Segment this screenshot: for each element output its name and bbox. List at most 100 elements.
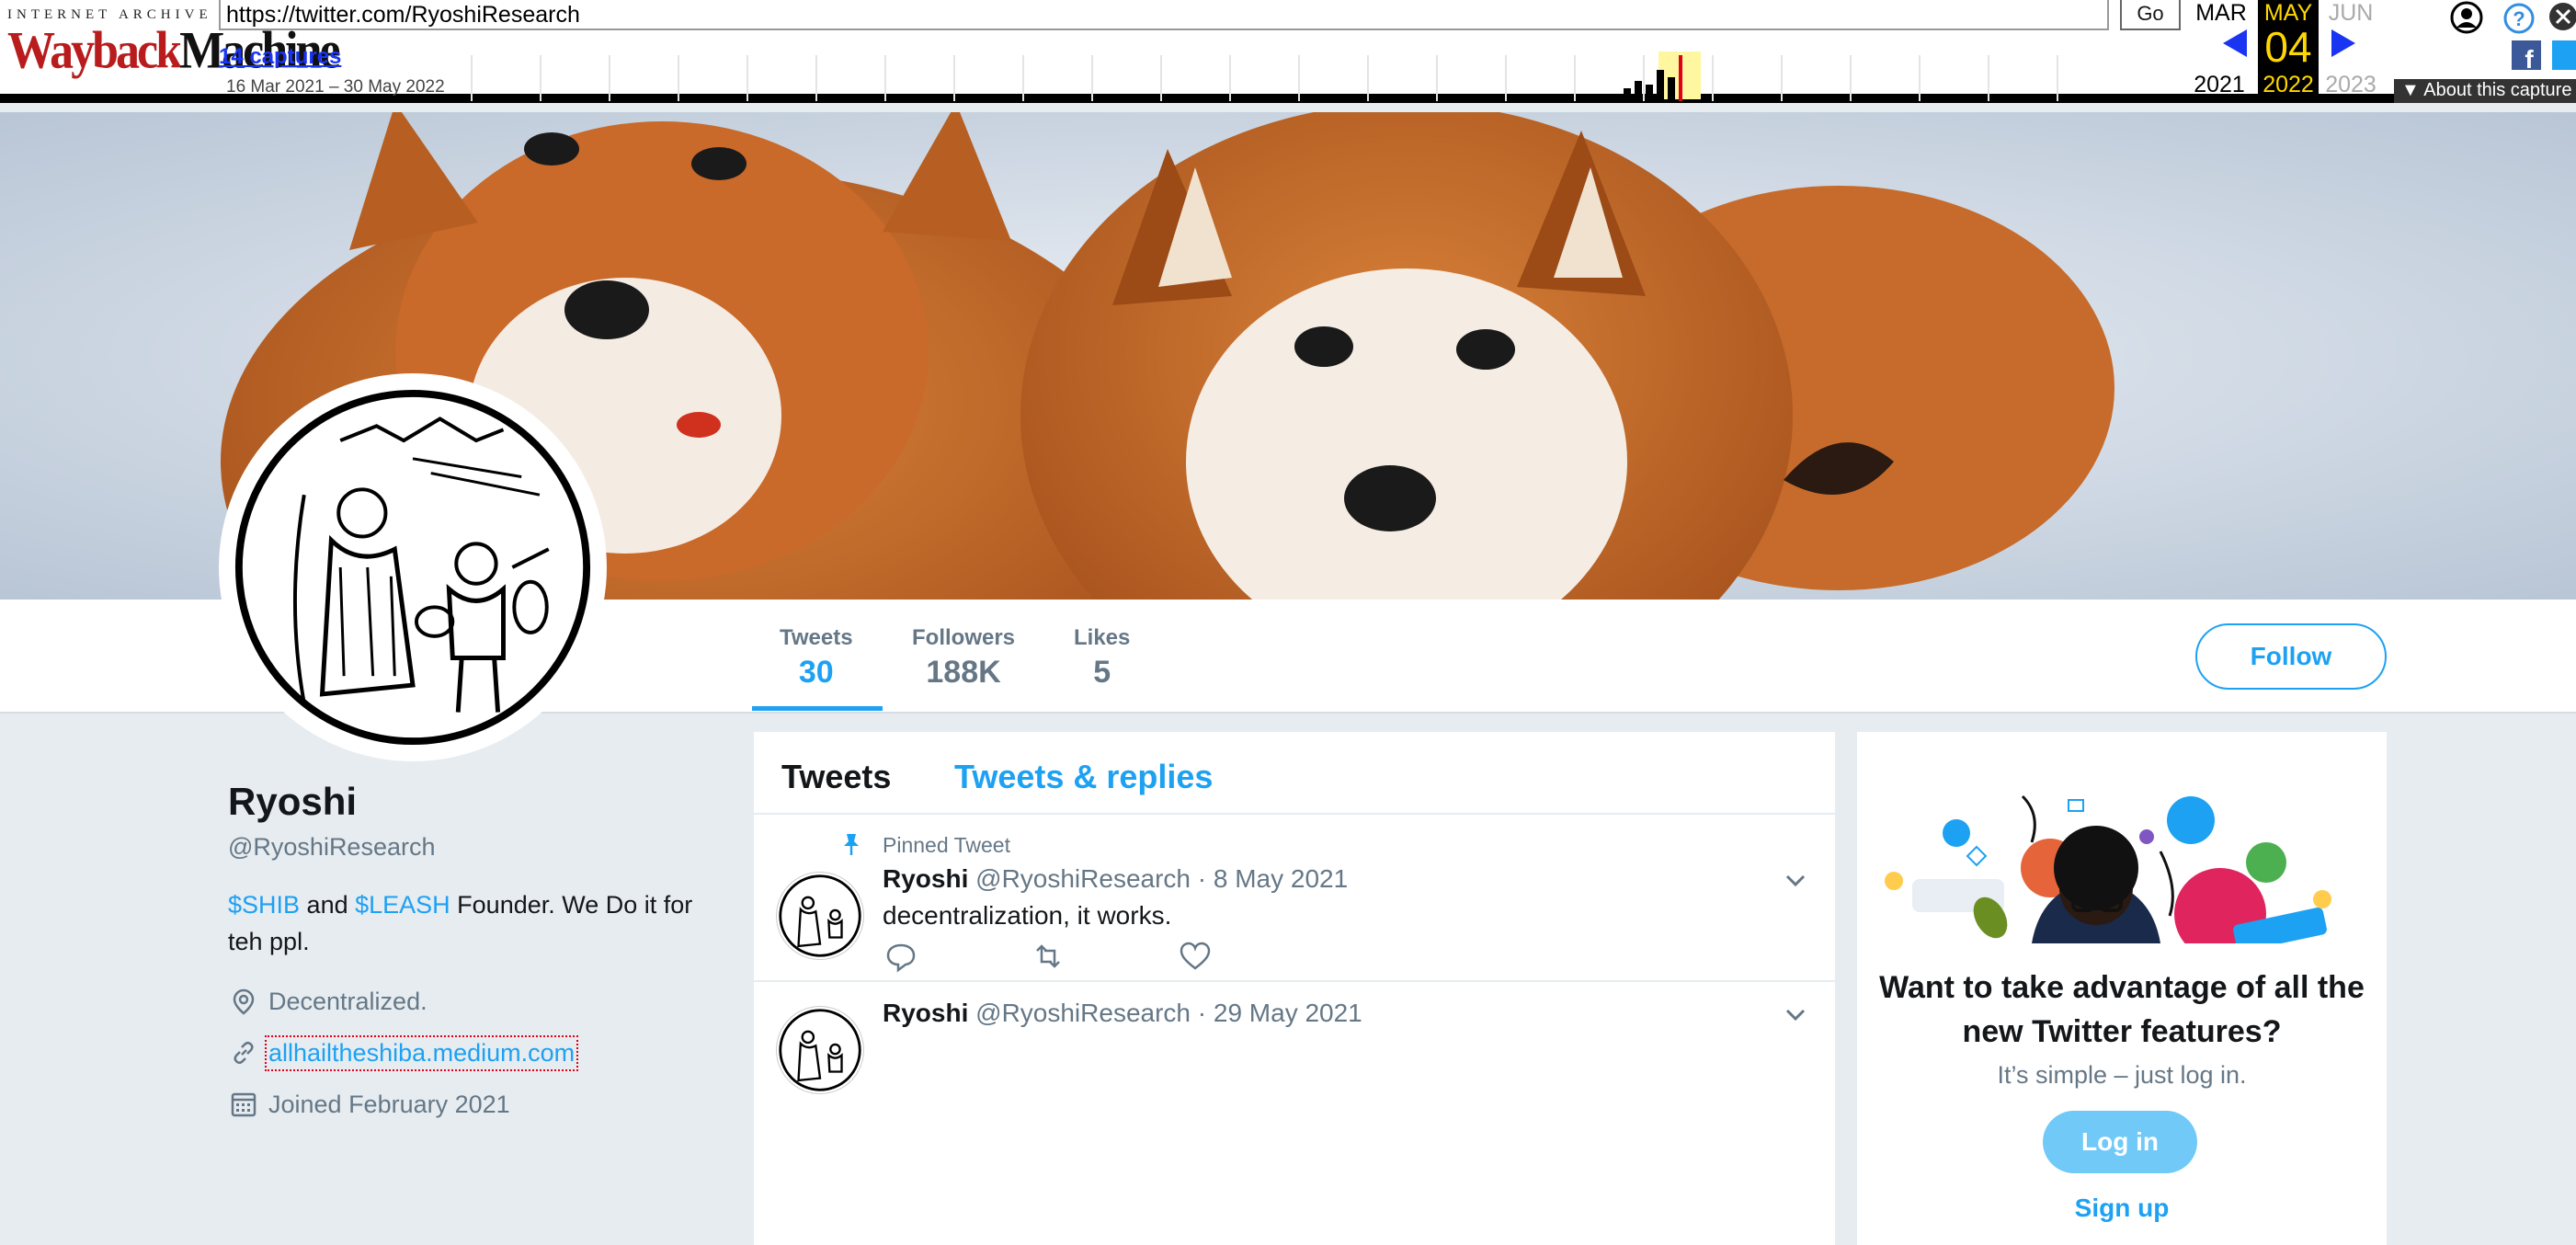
sparkline-year-tick [1505, 55, 1507, 101]
tweet-timeline: Tweets Tweets & replies Pinned Tweet Ryo… [754, 732, 1835, 1245]
location-pin-icon [228, 986, 259, 1017]
stat-tweets[interactable]: Tweets 30 [780, 625, 853, 691]
wayback-logo[interactable]: INTERNET ARCHIVE WaybackMachine [7, 7, 341, 81]
sparkline-year-tick [1091, 55, 1093, 101]
stat-tweets-label: Tweets [780, 625, 853, 650]
month-next: JUN [2328, 0, 2374, 26]
stat-likes-label: Likes [1074, 625, 1131, 650]
like-heart-icon[interactable] [1177, 938, 1214, 975]
sparkline-year-tick [678, 55, 679, 101]
sign-up-link[interactable]: Sign up [1857, 1194, 2387, 1223]
tweet-meta: @RyoshiResearch · 8 May 2021 [975, 864, 1349, 893]
pinned-tweet-label: Pinned Tweet [883, 833, 1010, 857]
tab-tweets[interactable]: Tweets [781, 758, 891, 796]
tweet-author-name[interactable]: Ryoshi [883, 864, 968, 893]
sparkline-capture-bar [1657, 70, 1664, 101]
bio-cashtag-leash[interactable]: $LEASH [355, 891, 450, 919]
profile-website[interactable]: allhailtheshiba.medium.com [228, 1034, 579, 1071]
prev-capture-arrow-icon[interactable] [2223, 29, 2247, 57]
wayback-logo-main: WaybackMachine [7, 21, 341, 80]
sparkline-year-tick [815, 55, 817, 101]
calendar-icon [228, 1089, 259, 1120]
bio-text-and: and [300, 891, 356, 919]
sparkline-year-tick [1022, 55, 1024, 101]
sparkline-year-tick [1643, 55, 1645, 101]
retweet-icon[interactable] [1030, 938, 1066, 975]
sparkline-year-tick [1367, 55, 1369, 101]
sparkline-year-tick [540, 55, 541, 101]
close-icon[interactable] [2547, 0, 2576, 33]
tweet-item[interactable]: Pinned Tweet Ryoshi @RyoshiResearch · 8 … [754, 817, 1835, 982]
website-link[interactable]: allhailtheshiba.medium.com [264, 1034, 579, 1071]
capture-day: 04 [2264, 23, 2312, 71]
stat-followers-value: 188K [926, 655, 1001, 690]
twitter-share-icon[interactable] [2552, 40, 2576, 70]
sparkline-year-tick [747, 55, 748, 101]
tweet-avatar[interactable] [776, 1006, 864, 1094]
sparkline-year-tick [1781, 55, 1783, 101]
sparkline-capture-bar [1646, 85, 1653, 101]
facebook-icon[interactable]: f [2512, 40, 2541, 70]
twitter-features-illustration [1885, 794, 2331, 943]
profile-location: Decentralized. [228, 986, 427, 1017]
sparkline-year-tick [1574, 55, 1576, 101]
svg-text:?: ? [2513, 7, 2525, 30]
reply-icon[interactable] [883, 938, 919, 975]
svg-text:f: f [2525, 45, 2534, 70]
tweet-author-name[interactable]: Ryoshi [883, 999, 968, 1027]
wayback-logo-top: INTERNET ARCHIVE [7, 7, 212, 22]
profile-bio: $SHIB and $LEASH Founder. We Do it for t… [228, 886, 706, 960]
log-in-button[interactable]: Log in [2043, 1111, 2197, 1173]
sparkline-year-tick [953, 55, 955, 101]
tweet-header: Ryoshi @RyoshiResearch · 29 May 2021 [883, 999, 1362, 1028]
month-current: MAY [2263, 0, 2313, 26]
stat-followers[interactable]: Followers 188K [912, 625, 1015, 691]
profile-avatar[interactable] [219, 373, 607, 761]
wayback-date-range: 16 Mar 2021 – 30 May 2022 [226, 77, 445, 97]
tweet-avatar[interactable] [776, 872, 864, 960]
tweet-text: decentralization, it works. [883, 901, 1172, 930]
stat-tweets-value: 30 [798, 655, 834, 690]
wayback-url-input[interactable]: https://twitter.com/RyoshiResearch [219, 0, 2109, 30]
wayback-sparkline[interactable] [471, 51, 2126, 101]
wayback-captures-link[interactable]: 14 captures [219, 44, 341, 70]
sparkline-year-tick [1850, 55, 1852, 101]
sparkline-capture-bar [1624, 88, 1631, 101]
about-capture-button[interactable]: ▼ About this capture [2394, 79, 2576, 103]
location-text: Decentralized. [268, 987, 427, 1015]
year-prev[interactable]: 2021 [2188, 72, 2251, 98]
user-account-icon[interactable] [2449, 0, 2484, 35]
sparkline-current-marker [1679, 55, 1682, 101]
chevron-down-icon[interactable] [1782, 866, 1809, 894]
stat-likes-value: 5 [1093, 655, 1111, 690]
tweet-meta: @RyoshiResearch · 29 May 2021 [975, 999, 1362, 1027]
sparkline-year-tick [884, 55, 886, 101]
stat-active-underline [752, 706, 883, 711]
ink-drawing-avatar-image [234, 389, 591, 746]
wayback-go-button[interactable]: Go [2120, 0, 2181, 30]
chevron-down-icon[interactable] [1782, 1000, 1809, 1028]
sparkline-capture-bar [1668, 77, 1675, 101]
sparkline-year-tick [2057, 55, 2058, 101]
tab-tweets-and-replies[interactable]: Tweets & replies [954, 758, 1213, 796]
help-icon[interactable]: ? [2502, 2, 2536, 35]
sparkline-year-tick [1298, 55, 1300, 101]
link-icon [228, 1037, 259, 1068]
login-prompt-card: Want to take advantage of all the new Tw… [1857, 732, 2387, 1245]
login-card-subtitle: It’s simple – just log in. [1997, 1061, 2247, 1089]
month-prev[interactable]: MAR [2190, 0, 2252, 27]
next-capture-arrow-icon[interactable] [2331, 29, 2355, 57]
bio-cashtag-shib[interactable]: $SHIB [228, 891, 300, 919]
follow-button[interactable]: Follow [2195, 623, 2387, 690]
tweet-header: Ryoshi @RyoshiResearch · 8 May 2021 [883, 864, 1348, 894]
pin-icon [844, 834, 859, 855]
wayback-toolbar: INTERNET ARCHIVE WaybackMachine https://… [0, 0, 2576, 103]
tweet-item[interactable]: Ryoshi @RyoshiResearch · 29 May 2021 [754, 984, 1835, 1245]
login-card-title: Want to take advantage of all the new Tw… [1879, 970, 2365, 1049]
sparkline-year-tick [609, 55, 610, 101]
year-next: 2023 [2325, 72, 2377, 97]
timeline-tabs: Tweets Tweets & replies [754, 732, 1835, 815]
stat-followers-label: Followers [912, 625, 1016, 650]
sparkline-year-tick [1436, 55, 1438, 101]
stat-likes[interactable]: Likes 5 [1074, 625, 1130, 691]
